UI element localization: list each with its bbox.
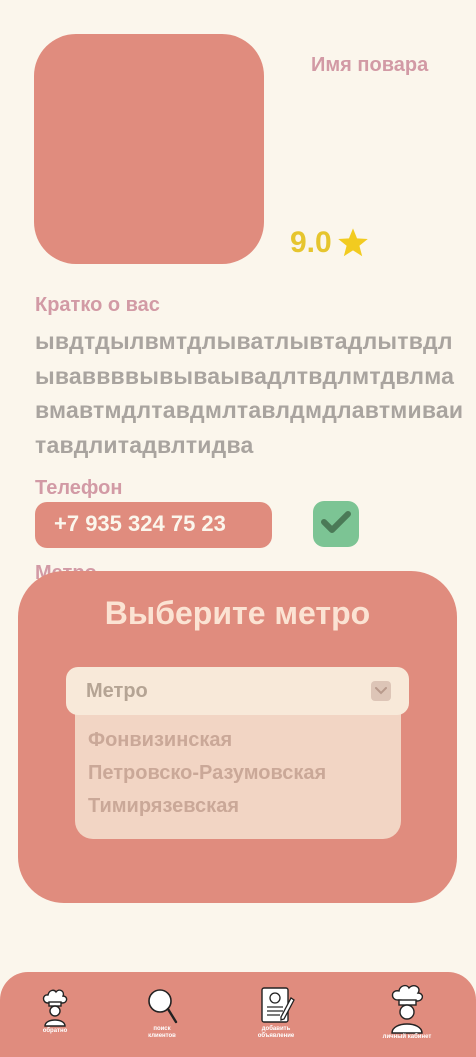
about-text: ывдтдылвмтдлыватлывтадлытвдлываввввывыва… [35, 328, 464, 458]
modal-title: Выберите метро [104, 595, 371, 631]
metro-option[interactable]: Тимирязевская [75, 790, 401, 823]
document-pen-icon [252, 986, 300, 1026]
avatar[interactable] [34, 34, 264, 264]
nav-item-search[interactable]: поиск клиентов [142, 986, 182, 1040]
checkmark-icon [320, 509, 352, 540]
nav-label: поиск клиентов [148, 1026, 176, 1039]
rating-value: 9.0 [290, 226, 332, 259]
about-label: Кратко о вас [35, 294, 160, 316]
metro-modal: Выберите метро Фонвизинская Петровско-Ра… [18, 571, 457, 903]
metro-option[interactable]: Фонвизинская [75, 724, 401, 757]
star-icon [336, 227, 370, 259]
nav-item-add-listing[interactable]: добавить объявление [252, 986, 300, 1040]
nav-item-profile[interactable]: личный кабинет [378, 984, 436, 1041]
nav-label: личный кабинет [382, 1034, 432, 1040]
metro-select[interactable]: Метро [66, 667, 409, 715]
chef-profile-icon [378, 984, 436, 1034]
nav-label: обратно [42, 1028, 68, 1034]
search-icon [142, 986, 182, 1026]
rating: 9.0 [290, 226, 370, 260]
chef-hat-icon [36, 988, 74, 1028]
metro-options-list: Фонвизинская Петровско-Разумовская Тимир… [75, 696, 401, 839]
metro-select-value: Метро [86, 679, 148, 702]
metro-option[interactable]: Петровско-Разумовская [75, 757, 401, 790]
phone-label: Телефон [35, 477, 123, 499]
nav-label: добавить объявление [257, 1026, 295, 1039]
chevron-down-icon[interactable] [371, 681, 391, 701]
phone-field[interactable]: +7 935 324 75 23 [35, 502, 272, 548]
nav-item-back[interactable]: обратно [36, 988, 74, 1035]
confirm-button[interactable] [313, 501, 359, 547]
bottom-nav: обратно поиск клиентов добавить объявлен… [0, 972, 476, 1057]
cook-name: Имя повара [311, 54, 429, 76]
